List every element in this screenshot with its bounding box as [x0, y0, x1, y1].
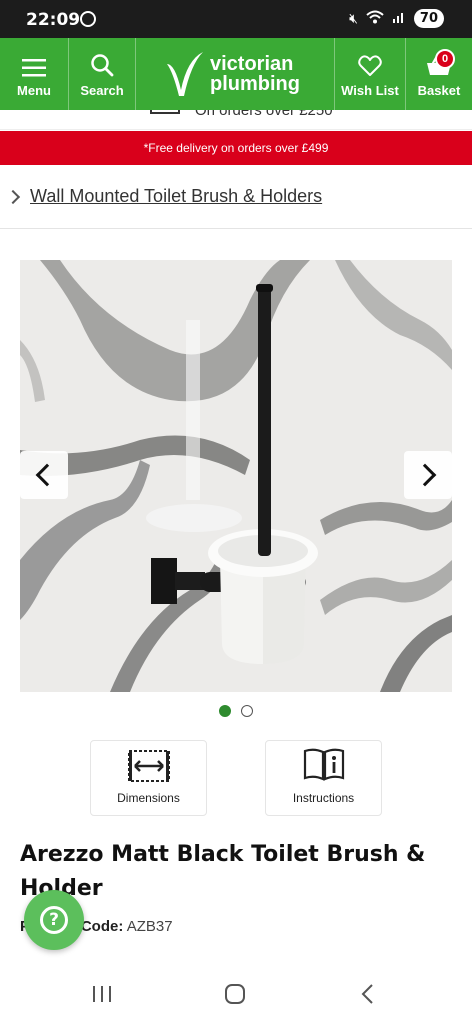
- dimensions-icon: [127, 750, 170, 782]
- product-code-value: AZB37: [126, 918, 173, 935]
- search-label: Search: [80, 83, 124, 98]
- carousel-next-button[interactable]: [404, 451, 452, 499]
- menu-label: Menu: [17, 83, 51, 98]
- basket-button[interactable]: 0 Basket: [406, 38, 472, 110]
- hamburger-icon: [22, 59, 46, 77]
- search-button[interactable]: Search: [69, 38, 135, 110]
- wishlist-label: Wish List: [341, 83, 399, 98]
- carousel-prev-button[interactable]: [20, 451, 68, 499]
- search-icon: [91, 54, 114, 77]
- instructions-label: Instructions: [292, 791, 355, 805]
- basket-icon-wrap: 0: [425, 49, 455, 77]
- battery-indicator: 70: [413, 9, 444, 28]
- free-delivery-banner[interactable]: *Free delivery on orders over £499: [0, 131, 472, 165]
- basket-count-badge: 0: [435, 49, 455, 69]
- back-icon: [361, 984, 373, 1004]
- signal-icon: [392, 10, 406, 28]
- mute-icon: 🔇︎: [349, 10, 358, 27]
- site-header: Menu Search victorian plumbing Wish List…: [0, 38, 472, 110]
- question-icon: ?: [40, 906, 68, 934]
- wishlist-button[interactable]: Wish List: [335, 38, 405, 110]
- delivery-truck-icon: [150, 110, 180, 114]
- brand-v-icon: [167, 52, 203, 96]
- product-photo: [20, 260, 452, 692]
- chevron-left-icon: [35, 463, 59, 487]
- help-button[interactable]: ?: [24, 890, 84, 950]
- system-nav-bar: [0, 960, 472, 1024]
- brand-name-line2: plumbing: [210, 73, 300, 95]
- product-title: Arezzo Matt Black Toilet Brush & Holder: [20, 842, 426, 901]
- wifi-icon: [366, 10, 384, 28]
- brand-name-line1: victorian: [210, 53, 294, 75]
- status-icons: 🔇︎ 70: [349, 9, 444, 28]
- instructions-book-icon: [303, 748, 344, 781]
- product-image[interactable]: [20, 260, 452, 692]
- chevron-right-icon: [5, 189, 21, 204]
- promo-strip: On orders over £250: [0, 110, 472, 130]
- dimensions-card[interactable]: Dimensions: [90, 740, 207, 816]
- status-bar: 22:09 🔇︎ 70: [0, 0, 472, 38]
- carousel-pagination: [219, 705, 253, 717]
- carousel-dot-1[interactable]: [219, 705, 231, 717]
- carousel-dot-2[interactable]: [241, 705, 253, 717]
- brand-logo[interactable]: victorian plumbing: [165, 50, 335, 100]
- promo-text: On orders over £250: [195, 110, 333, 119]
- whatsapp-notification-icon: [80, 11, 96, 27]
- back-button[interactable]: [348, 978, 388, 1010]
- status-time: 22:09: [26, 10, 81, 30]
- instructions-card[interactable]: Instructions: [265, 740, 382, 816]
- breadcrumb-link[interactable]: Wall Mounted Toilet Brush & Holders: [30, 186, 322, 207]
- dimensions-label: Dimensions: [117, 791, 180, 805]
- home-icon: [225, 984, 245, 1004]
- header-divider: [135, 38, 136, 110]
- free-delivery-text: *Free delivery on orders over £499: [143, 141, 329, 155]
- heart-icon: [358, 55, 382, 76]
- recent-apps-button[interactable]: [82, 978, 122, 1010]
- recent-apps-icon: [93, 986, 111, 1002]
- chevron-right-icon: [413, 463, 437, 487]
- home-button[interactable]: [215, 978, 255, 1010]
- menu-button[interactable]: Menu: [0, 38, 68, 110]
- basket-label: Basket: [417, 83, 461, 98]
- breadcrumb: Wall Mounted Toilet Brush & Holders: [0, 165, 472, 229]
